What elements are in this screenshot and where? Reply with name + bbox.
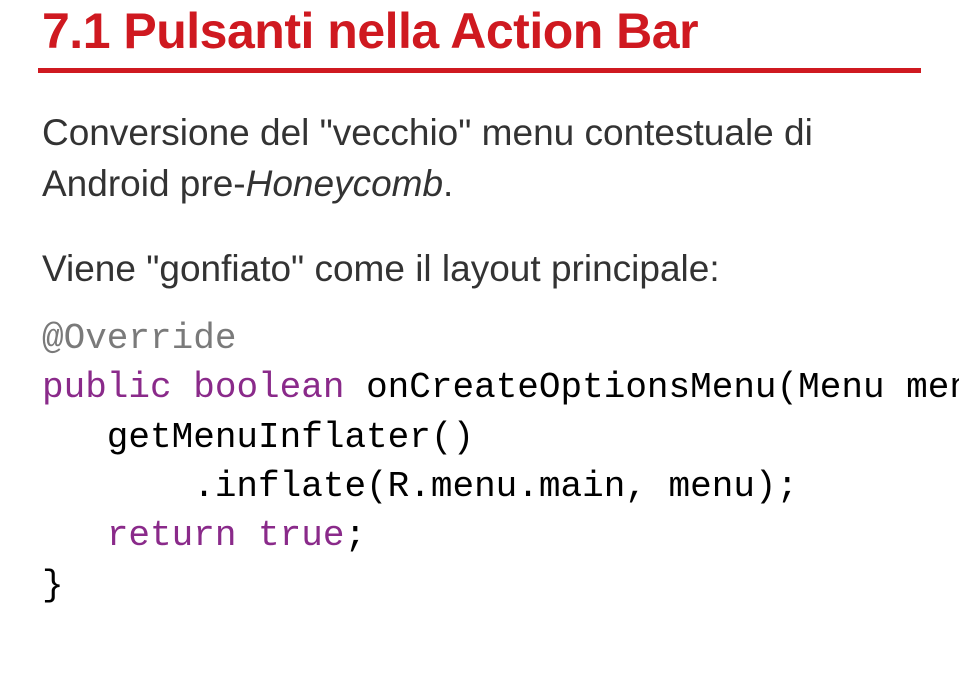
para1-italic: Honeycomb xyxy=(246,163,443,204)
paragraph-1: Conversione del "vecchio" menu contestua… xyxy=(42,107,917,209)
paragraph-2: Viene "gonfiato" come il layout principa… xyxy=(42,243,917,294)
slide: 7.1 Pulsanti nella Action Bar Conversion… xyxy=(0,0,959,610)
kw-return: return xyxy=(107,515,237,556)
body-text: Conversione del "vecchio" menu contestua… xyxy=(42,107,917,294)
kw-boolean: boolean xyxy=(193,367,344,408)
code-line-6: } xyxy=(42,565,64,606)
sig-rest: onCreateOptionsMenu(Menu menu) { xyxy=(344,367,959,408)
indent-return xyxy=(42,515,107,556)
space-true xyxy=(236,515,258,556)
kw-true: true xyxy=(258,515,344,556)
after-true: ; xyxy=(344,515,366,556)
slide-title: 7.1 Pulsanti nella Action Bar xyxy=(42,0,917,60)
code-annotation: @Override xyxy=(42,318,236,359)
code-line-4: .inflate(R.menu.main, menu); xyxy=(42,466,798,507)
kw-public: public xyxy=(42,367,172,408)
para1-post: . xyxy=(443,163,453,204)
code-block: @Override public boolean onCreateOptions… xyxy=(42,314,917,610)
code-line-3: getMenuInflater() xyxy=(42,417,474,458)
title-rule xyxy=(38,68,921,73)
